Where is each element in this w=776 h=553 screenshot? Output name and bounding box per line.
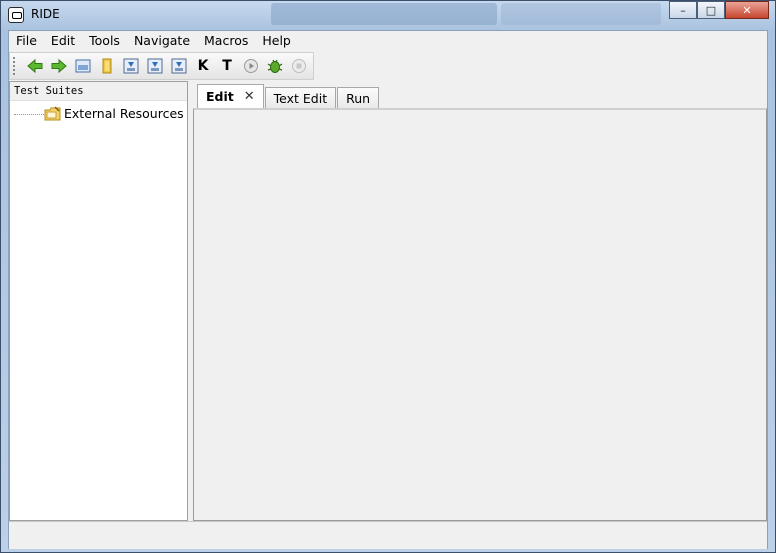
tests-letter: T bbox=[222, 58, 232, 74]
blurred-taskbar-region-2 bbox=[501, 3, 661, 25]
app-window: RIDE – □ ✕ File Edit Tools Navigate Macr… bbox=[0, 0, 776, 553]
maximize-button[interactable]: □ bbox=[697, 1, 725, 19]
toolbar: K T bbox=[9, 52, 314, 80]
search-keywords-icon[interactable]: K bbox=[192, 55, 214, 77]
minimize-button[interactable]: – bbox=[669, 1, 697, 19]
save-as-icon[interactable] bbox=[168, 55, 190, 77]
folder-resource-icon bbox=[44, 105, 61, 122]
stop-icon[interactable] bbox=[288, 55, 310, 77]
close-icon[interactable]: ✕ bbox=[244, 89, 255, 104]
client-area: File Edit Tools Navigate Macros Help K T… bbox=[8, 30, 768, 549]
tree-connector bbox=[14, 114, 44, 115]
run-icon[interactable] bbox=[240, 55, 262, 77]
search-tests-icon[interactable]: T bbox=[216, 55, 238, 77]
forward-icon[interactable] bbox=[48, 55, 70, 77]
tab-edit[interactable]: Edit ✕ bbox=[197, 84, 264, 108]
save-all-icon[interactable] bbox=[144, 55, 166, 77]
menu-navigate[interactable]: Navigate bbox=[127, 31, 197, 51]
close-button[interactable]: ✕ bbox=[725, 1, 769, 19]
keyword-letter: K bbox=[197, 58, 209, 74]
test-suites-tree: Test Suites External Resources bbox=[9, 81, 188, 521]
toolbar-grip[interactable] bbox=[13, 57, 18, 75]
tab-text-edit[interactable]: Text Edit bbox=[264, 87, 337, 108]
menu-bar: File Edit Tools Navigate Macros Help bbox=[9, 31, 767, 51]
title-bar[interactable]: RIDE – □ ✕ bbox=[1, 1, 775, 29]
menu-file[interactable]: File bbox=[9, 31, 44, 51]
menu-macros[interactable]: Macros bbox=[197, 31, 255, 51]
menu-edit[interactable]: Edit bbox=[44, 31, 82, 51]
save-icon[interactable] bbox=[120, 55, 142, 77]
status-bar bbox=[9, 521, 767, 549]
open-directory-icon[interactable] bbox=[96, 55, 118, 77]
window-controls: – □ ✕ bbox=[669, 1, 769, 21]
tab-edit-label: Edit bbox=[206, 89, 234, 104]
debug-icon[interactable] bbox=[264, 55, 286, 77]
app-icon bbox=[8, 7, 24, 23]
open-icon[interactable] bbox=[72, 55, 94, 77]
tree-item-label: External Resources bbox=[64, 106, 184, 121]
blurred-taskbar-region bbox=[271, 3, 497, 25]
menu-tools[interactable]: Tools bbox=[82, 31, 127, 51]
tree-header: Test Suites bbox=[10, 82, 187, 101]
editor-pane: Edit ✕ Text Edit Run bbox=[193, 81, 767, 521]
back-icon[interactable] bbox=[24, 55, 46, 77]
editor-content-area[interactable] bbox=[193, 108, 767, 521]
menu-help[interactable]: Help bbox=[255, 31, 298, 51]
tab-run[interactable]: Run bbox=[337, 87, 380, 108]
window-title: RIDE bbox=[31, 7, 60, 21]
editor-tabs: Edit ✕ Text Edit Run bbox=[197, 84, 380, 108]
